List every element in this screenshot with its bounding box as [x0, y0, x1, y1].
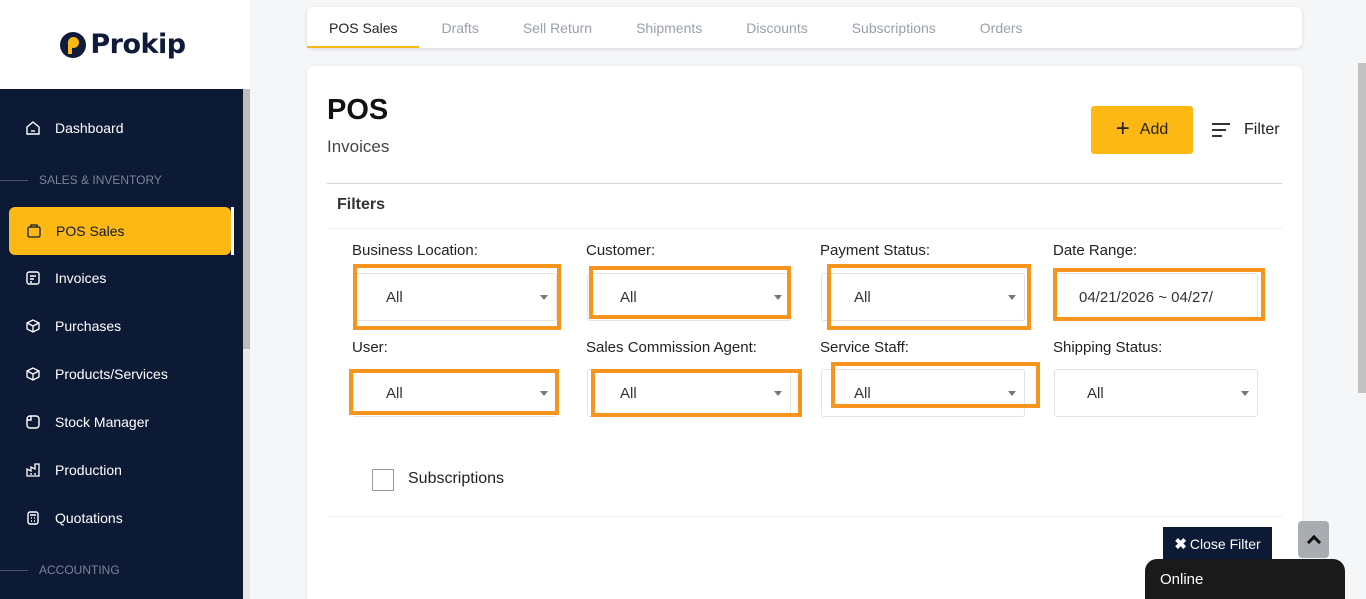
page-title: POS: [327, 94, 389, 126]
customer-label: Customer:: [586, 242, 656, 259]
section-divider: [0, 569, 28, 571]
tab-orders[interactable]: Orders: [958, 7, 1045, 48]
filters-divider: [327, 228, 1282, 229]
tab-pos-sales[interactable]: POS Sales: [307, 7, 420, 48]
customer-select[interactable]: All: [587, 273, 791, 321]
section-label-sales-inventory: SALES & INVENTORY: [0, 170, 243, 190]
chat-status-label: Online: [1160, 571, 1204, 588]
page-scrollbar-thumb[interactable]: [1358, 63, 1366, 393]
user-select[interactable]: All: [353, 369, 557, 417]
filter-button-label: Filter: [1244, 121, 1280, 138]
section-label-text: SALES & INVENTORY: [39, 173, 162, 187]
prokip-logo[interactable]: Prokip: [60, 29, 186, 60]
stock-icon: [25, 414, 41, 430]
tab-shipments[interactable]: Shipments: [614, 7, 724, 48]
shipping-status-select[interactable]: All: [1054, 369, 1258, 417]
date-range-label: Date Range:: [1053, 242, 1138, 259]
chevron-down-icon: [540, 391, 548, 396]
sidebar-item-purchases[interactable]: Purchases: [0, 302, 243, 350]
pos-icon: [26, 223, 42, 239]
date-range-input[interactable]: 04/21/2026 ~ 04/27/: [1054, 273, 1258, 321]
sidebar-item-label: Production: [55, 462, 122, 478]
payment-status-select[interactable]: All: [821, 273, 1025, 321]
sidebar-item-label: Quotations: [55, 510, 123, 526]
sales-commission-agent-value: All: [620, 384, 637, 402]
chevron-down-icon: [774, 295, 782, 300]
section-label-accounting: ACCOUNTING: [0, 560, 243, 580]
customer-value: All: [620, 288, 637, 306]
invoice-icon: [25, 270, 41, 286]
sales-commission-agent-label: Sales Commission Agent:: [586, 339, 757, 356]
filter-button[interactable]: Filter: [1212, 116, 1280, 144]
chevron-down-icon: [1008, 391, 1016, 396]
plus-icon: +: [1115, 115, 1130, 142]
main-card: POS Invoices + Add Filter Filters Busine…: [307, 66, 1302, 599]
calculator-icon: [25, 510, 41, 526]
user-label: User:: [352, 339, 388, 356]
subscriptions-checkbox-label: Subscriptions: [408, 470, 505, 487]
sales-commission-agent-select[interactable]: All: [587, 369, 791, 417]
chevron-down-icon: [1241, 391, 1249, 396]
filters-title: Filters: [337, 196, 386, 213]
page-subtitle: Invoices: [327, 137, 390, 156]
service-staff-select[interactable]: All: [821, 369, 1025, 417]
section-label-text: ACCOUNTING: [39, 563, 120, 577]
sidebar: Prokip Dashboard SALES & INVENTORY POS S…: [0, 0, 250, 599]
chevron-up-icon: [1306, 534, 1321, 550]
tab-drafts[interactable]: Drafts: [419, 7, 500, 48]
brand-name: Prokip: [90, 29, 186, 60]
shipping-status-value: All: [1087, 384, 1104, 402]
service-staff-value: All: [854, 384, 871, 402]
subscriptions-checkbox[interactable]: [372, 469, 394, 491]
close-filter-label: Close Filter: [1189, 535, 1261, 552]
box-icon: [25, 366, 41, 382]
user-value: All: [386, 384, 403, 402]
sidebar-item-quotations[interactable]: Quotations: [0, 494, 243, 542]
filter-lines-icon: [1212, 123, 1230, 137]
service-staff-label: Service Staff:: [820, 339, 909, 356]
sidebar-item-pos-sales[interactable]: POS Sales: [9, 207, 234, 255]
chevron-down-icon: [774, 391, 782, 396]
purchase-icon: [25, 318, 41, 334]
business-location-value: All: [386, 288, 403, 306]
shipping-status-label: Shipping Status:: [1053, 339, 1163, 356]
close-icon: ✖: [1174, 535, 1187, 553]
sidebar-item-label: Stock Manager: [55, 414, 150, 430]
business-location-select[interactable]: All: [353, 273, 557, 321]
logo-area: Prokip: [0, 0, 250, 89]
filters-bottom-divider: [327, 516, 1282, 517]
sidebar-item-label: Dashboard: [55, 120, 124, 136]
sidebar-item-label: Purchases: [55, 318, 122, 334]
payment-status-label: Payment Status:: [820, 242, 931, 259]
sidebar-item-dashboard[interactable]: Dashboard: [0, 104, 243, 152]
business-location-label: Business Location:: [352, 242, 478, 259]
add-button[interactable]: + Add: [1091, 106, 1193, 154]
sidebar-scrollbar-thumb[interactable]: [243, 89, 250, 349]
payment-status-value: All: [854, 288, 871, 306]
sidebar-item-label: Invoices: [55, 270, 107, 286]
sidebar-item-stock-manager[interactable]: Stock Manager: [0, 398, 243, 446]
sidebar-item-production[interactable]: Production: [0, 446, 243, 494]
home-icon: [25, 120, 41, 136]
close-filter-button[interactable]: ✖ Close Filter: [1163, 527, 1272, 560]
sidebar-item-invoices[interactable]: Invoices: [0, 254, 243, 302]
tab-discounts[interactable]: Discounts: [724, 7, 829, 48]
sidebar-item-label: Products/Services: [55, 366, 168, 382]
tab-subscriptions[interactable]: Subscriptions: [830, 7, 958, 48]
sales-tabs: POS Sales Drafts Sell Return Shipments D…: [307, 7, 1302, 48]
scroll-to-top-button[interactable]: [1298, 521, 1329, 558]
factory-icon: [25, 462, 41, 478]
add-button-label: Add: [1139, 121, 1169, 138]
sidebar-item-products-services[interactable]: Products/Services: [0, 350, 243, 398]
header-divider: [327, 183, 1282, 184]
chevron-down-icon: [1008, 295, 1016, 300]
prokip-logo-mark-icon: [60, 31, 87, 58]
section-divider: [0, 179, 28, 181]
tab-sell-return[interactable]: Sell Return: [501, 7, 614, 48]
chevron-down-icon: [540, 295, 548, 300]
online-chat-widget[interactable]: Online: [1145, 559, 1345, 599]
sidebar-item-label: POS Sales: [56, 223, 125, 239]
date-range-value: 04/21/2026 ~ 04/27/: [1079, 288, 1213, 306]
